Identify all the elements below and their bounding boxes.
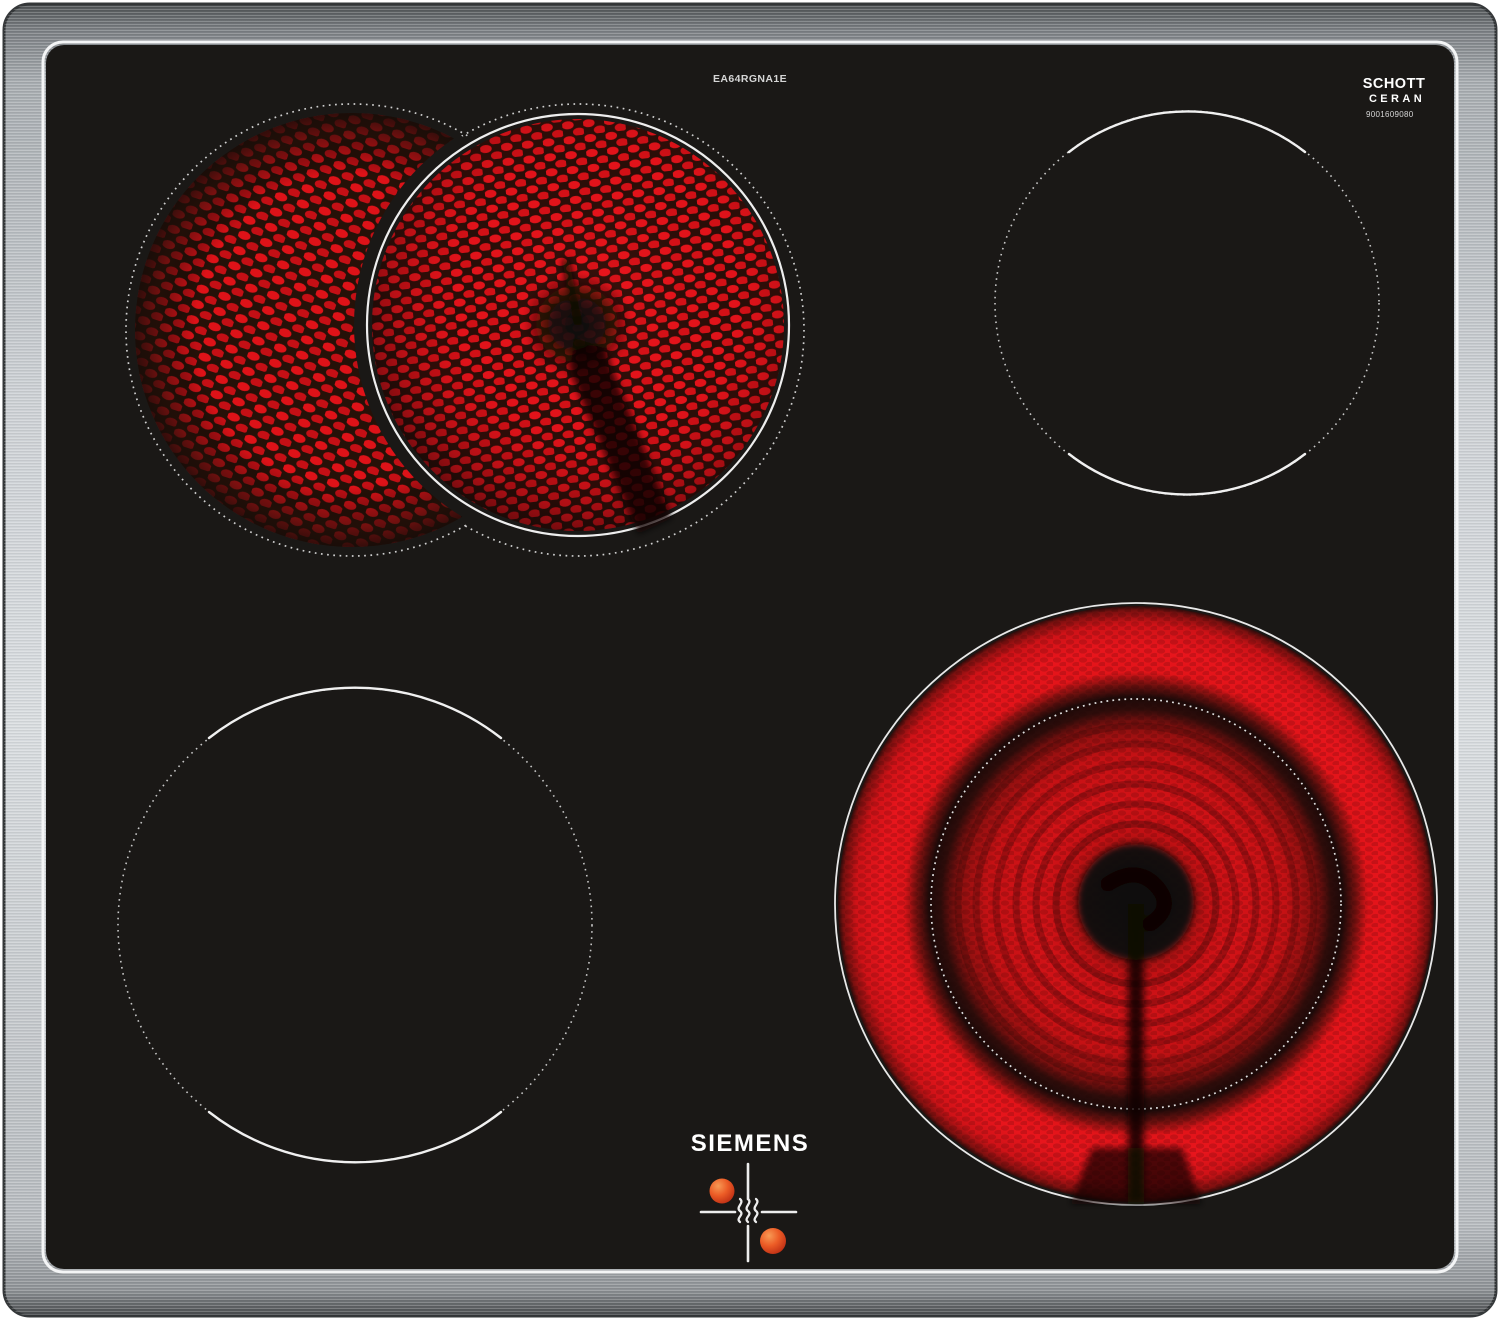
ceran-logo-text: CERAN (1369, 93, 1425, 105)
hot-zone-indicator-dot-right (760, 1228, 786, 1254)
coil-base-shadow (1070, 1148, 1202, 1204)
cooktop-photo: EA64RGNA1E SCHOTT CERAN 9001609080 SIEME… (0, 0, 1500, 1320)
zone-front-right (834, 602, 1438, 1206)
product-photo-stage: EA64RGNA1E SCHOTT CERAN 9001609080 SIEME… (0, 0, 1500, 1320)
siemens-logo: SIEMENS (691, 1130, 810, 1157)
zone-rear-left-dual (125, 103, 805, 557)
glass-serial-number: 9001609080 (1366, 110, 1414, 119)
model-label: EA64RGNA1E (713, 73, 787, 85)
schott-logo-text: SCHOTT (1363, 76, 1426, 92)
hot-zone-indicator-dot-left (709, 1178, 735, 1204)
heating-element-glow-main (372, 119, 784, 534)
